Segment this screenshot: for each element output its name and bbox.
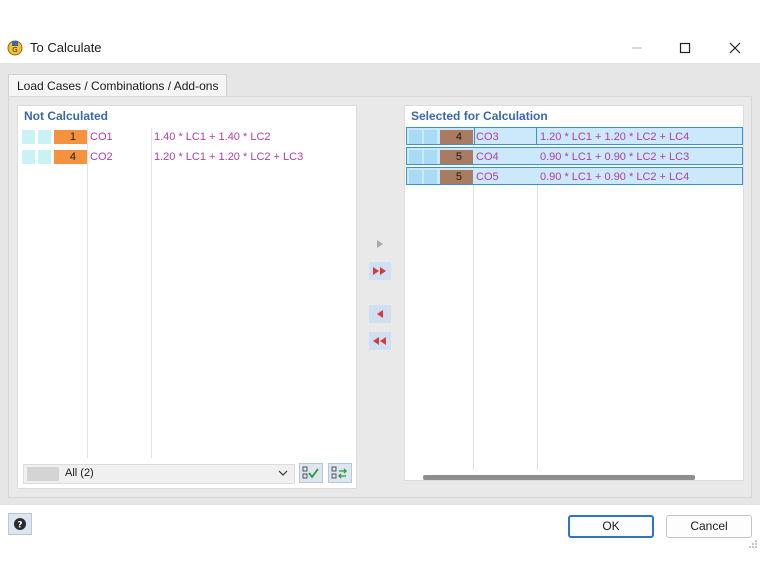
item-description: 1.20 * LC1 + 1.20 * LC2 + LC4 [540,131,690,143]
item-code: CO4 [476,151,499,163]
item-description: 0.90 * LC1 + 0.90 * LC2 + LC4 [540,171,690,183]
chevron-down-icon [278,470,288,476]
move-all-left-icon [373,337,386,345]
color-swatch [38,130,51,144]
color-swatch [38,150,51,164]
color-swatch [424,130,437,144]
filter-dropdown[interactable]: All (2) [23,464,295,484]
help-button[interactable]: ? [8,513,32,535]
item-description: 0.90 * LC1 + 0.90 * LC2 + LC3 [540,151,690,163]
rfem-calculate-icon: G [6,38,24,56]
invert-selection-button[interactable] [328,463,352,483]
item-code: CO3 [476,131,499,143]
selected-for-calculation-header: Selected for Calculation [411,109,548,123]
move-all-left-button[interactable] [369,332,391,350]
item-code: CO5 [476,171,499,183]
invert-selection-icon [331,466,347,479]
ok-button[interactable]: OK [568,515,654,538]
selected-for-calculation-list[interactable]: Selected for Calculation 4 CO3 1.20 * LC… [404,105,744,481]
dialog-footer: ? OK Cancel [0,505,760,551]
list-item[interactable]: 4 CO2 1.20 * LC1 + 1.20 * LC2 + LC3 [20,148,354,166]
window-title: To Calculate [30,40,102,55]
color-swatch [424,170,437,184]
item-description: 1.20 * LC1 + 1.20 * LC2 + LC3 [154,151,304,163]
check-all-icon [302,466,319,479]
minimize-icon [632,47,642,49]
move-all-right-button[interactable] [369,262,391,280]
color-swatch [409,130,422,144]
not-calculated-header: Not Calculated [24,109,109,123]
resize-grip-icon[interactable] [748,539,758,549]
move-all-right-icon [373,267,386,275]
move-selected-right-button[interactable] [369,235,391,253]
close-button[interactable] [712,33,758,63]
horizontal-scrollbar[interactable] [423,475,695,480]
column-divider [151,128,152,458]
list-item[interactable]: 5 CO4 0.90 * LC1 + 0.90 * LC2 + LC3 [406,147,743,165]
item-number: 5 [440,150,473,164]
cancel-button[interactable]: Cancel [666,515,752,538]
item-code: CO1 [90,131,113,143]
help-icon: ? [14,518,26,531]
move-selected-left-button[interactable] [369,305,391,323]
not-calculated-list[interactable]: Not Calculated 1 CO1 1.40 * LC1 + 1.40 *… [17,105,357,489]
dialog-body: Load Cases / Combinations / Add-ons Not … [0,63,760,505]
tab-load-cases-combinations-addons[interactable]: Load Cases / Combinations / Add-ons [8,74,228,97]
tab-panel: Not Calculated 1 CO1 1.40 * LC1 + 1.40 *… [8,96,752,498]
list-item[interactable]: 1 CO1 1.40 * LC1 + 1.40 * LC2 [20,128,354,146]
svg-text:?: ? [17,521,22,531]
select-all-button[interactable] [299,463,323,483]
list-item[interactable]: 5 CO5 0.90 * LC1 + 0.90 * LC2 + LC4 [406,167,743,185]
minimize-button[interactable] [614,33,660,63]
color-swatch [409,170,422,184]
maximize-icon [679,42,691,54]
move-selected-right-icon [377,240,383,248]
item-number: 4 [440,130,473,144]
column-divider [87,128,88,458]
move-selected-left-icon [377,310,383,318]
item-number: 1 [54,130,87,144]
item-number: 4 [54,150,87,164]
filter-value: All (2) [65,467,94,479]
color-swatch [424,150,437,164]
item-description: 1.40 * LC1 + 1.40 * LC2 [154,131,271,143]
filter-swatch [27,467,59,481]
color-swatch [22,150,35,164]
item-number: 5 [440,170,473,184]
close-icon [729,42,741,54]
item-code: CO2 [90,151,113,163]
list-item[interactable]: 4 CO3 1.20 * LC1 + 1.20 * LC2 + LC4 [406,127,743,145]
color-swatch [409,150,422,164]
title-bar: G To Calculate [0,33,760,63]
svg-text:G: G [12,46,17,54]
maximize-button[interactable] [662,33,708,63]
color-swatch [22,130,35,144]
